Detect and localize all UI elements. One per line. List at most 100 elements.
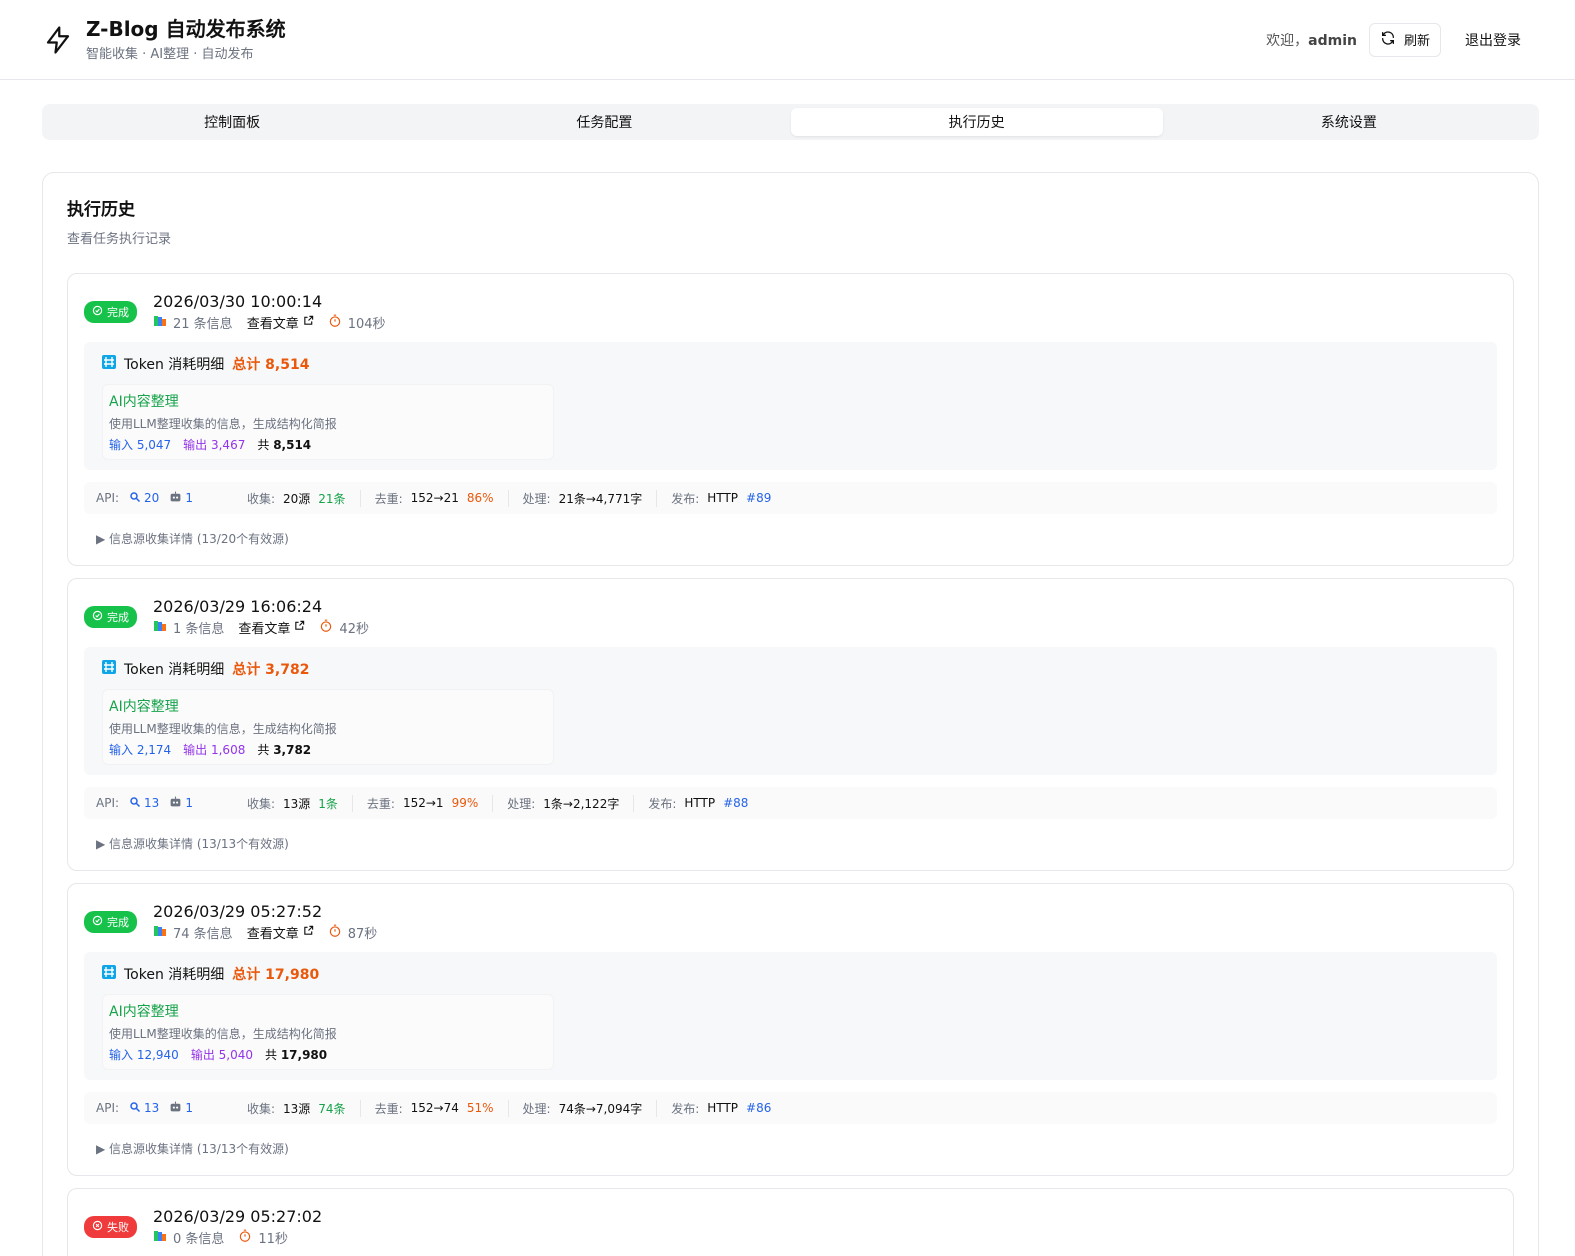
refresh-icon [1380,30,1396,50]
x-circle-icon [92,1220,103,1234]
magnifier-icon [129,1101,141,1116]
logout-button[interactable]: 退出登录 [1453,24,1533,56]
robot-icon [169,796,182,811]
record-time: 2026/03/29 05:27:02 [153,1207,323,1226]
status-badge: 完成 [84,301,137,323]
brand: Z-Blog 自动发布系统 智能收集 · AI整理 · 自动发布 [42,17,286,62]
status-badge: 失败 [84,1216,137,1238]
history-record: 完成 2026/03/29 16:06:24 1 条信息 查看文章 42秒 To… [67,578,1514,871]
stage-name: AI内容整理 [109,394,179,410]
username: admin [1308,32,1357,49]
history-record: 完成 2026/03/30 10:00:14 21 条信息 查看文章 104秒 … [67,273,1514,566]
info-count: 21 条信息 [153,313,233,332]
app-title: Z-Blog 自动发布系统 [86,17,286,41]
magnifier-icon [129,491,141,506]
collect-stats: 收集: 13源 74条 [247,1099,361,1117]
external-link-icon [303,315,314,330]
external-link-icon [294,620,305,635]
stage-card: AI内容整理 使用LLM整理收集的信息，生成结构化简报 输入 2,174 输出 … [102,689,554,765]
collect-stats: 收集: 20源 21条 [247,489,361,507]
stopwatch-icon [319,619,333,637]
tab-settings[interactable]: 系统设置 [1163,108,1535,136]
page-subtitle: 查看任务执行记录 [67,232,172,247]
history-list: 完成 2026/03/30 10:00:14 21 条信息 查看文章 104秒 … [67,273,1514,1256]
books-icon [153,619,167,637]
duration: 87秒 [328,923,377,942]
run-stats: API: 13 1 收集: 13源 74条 去重: 152→74 51% 处理:… [84,1092,1497,1124]
api-stats: API: 13 1 [96,796,193,811]
stage-card: AI内容整理 使用LLM整理收集的信息，生成结构化简报 输入 5,047 输出 … [102,384,554,460]
abacus-icon [102,660,116,678]
abacus-icon [102,965,116,983]
tokens-output: 输出 1,608 [183,743,246,757]
abacus-icon [102,355,116,373]
view-article-link[interactable]: 查看文章 [247,923,314,942]
token-total: 总计 8,514 [232,357,310,373]
api-stats: API: 20 1 [96,491,193,506]
stopwatch-icon [238,1229,252,1247]
token-breakdown: Token 消耗明细 总计 17,980 AI内容整理 使用LLM整理收集的信息… [84,952,1497,1080]
tokens-output: 输出 5,040 [190,1048,253,1062]
api-stats: API: 13 1 [96,1101,193,1116]
duration: 11秒 [238,1228,288,1247]
books-icon [153,924,167,942]
token-title: Token 消耗明细 [124,662,225,678]
app-header: Z-Blog 自动发布系统 智能收集 · AI整理 · 自动发布 欢迎，admi… [0,0,1575,80]
publish-id[interactable]: #88 [723,796,748,810]
token-total: 总计 17,980 [232,967,320,983]
run-stats: API: 13 1 收集: 13源 1条 去重: 152→1 99% 处理: 1… [84,787,1497,819]
robot-icon [169,491,182,506]
tab-task-config[interactable]: 任务配置 [418,108,790,136]
publish-stats: 发布: HTTP #88 [648,796,749,811]
tokens-input: 输入 12,940 [109,1048,179,1062]
source-details-toggle[interactable]: ▶ 信息源收集详情 (13/20个有效源) [84,530,1497,547]
source-details-toggle[interactable]: ▶ 信息源收集详情 (13/13个有效源) [84,835,1497,852]
info-count: 0 条信息 [153,1228,224,1247]
stage-card: AI内容整理 使用LLM整理收集的信息，生成结构化简报 输入 12,940 输出… [102,994,554,1070]
app-subtitle: 智能收集 · AI整理 · 自动发布 [86,47,254,62]
tokens-total: 共 3,782 [257,743,312,757]
dedup-stats: 去重: 152→74 51% [375,1099,509,1117]
check-circle-icon [92,915,103,929]
process-stats: 处理: 74条→7,094字 [523,1099,658,1117]
publish-id[interactable]: #86 [746,1101,771,1115]
stage-name: AI内容整理 [109,699,179,715]
tokens-input: 输入 2,174 [109,743,172,757]
refresh-button[interactable]: 刷新 [1368,22,1441,57]
stage-name: AI内容整理 [109,1004,179,1020]
tokens-output: 输出 3,467 [183,438,246,452]
tokens-total: 共 17,980 [264,1048,328,1062]
source-details-toggle[interactable]: ▶ 信息源收集详情 (13/13个有效源) [84,1140,1497,1157]
run-stats: API: 20 1 收集: 20源 21条 去重: 152→21 86% 处理:… [84,482,1497,514]
token-breakdown: Token 消耗明细 总计 3,782 AI内容整理 使用LLM整理收集的信息，… [84,647,1497,775]
view-article-link[interactable]: 查看文章 [238,618,305,637]
tokens-total: 共 8,514 [257,438,312,452]
history-panel: 执行历史 查看任务执行记录 完成 2026/03/30 10:00:14 21 … [42,172,1539,1256]
publish-stats: 发布: HTTP #89 [671,491,772,506]
lightning-icon [42,24,74,56]
tokens-input: 输入 5,047 [109,438,172,452]
status-badge: 完成 [84,606,137,628]
stopwatch-icon [328,314,342,332]
robot-icon [169,1101,182,1116]
record-time: 2026/03/29 16:06:24 [153,597,323,616]
info-count: 1 条信息 [153,618,224,637]
main-tabs: 控制面板 任务配置 执行历史 系统设置 [42,104,1539,140]
welcome-text: 欢迎，admin [1266,32,1357,49]
duration: 42秒 [319,618,369,637]
view-article-link[interactable]: 查看文章 [247,313,314,332]
tab-dashboard[interactable]: 控制面板 [46,108,418,136]
duration: 104秒 [328,313,386,332]
tab-history[interactable]: 执行历史 [790,108,1163,136]
stopwatch-icon [328,924,342,942]
dedup-stats: 去重: 152→21 86% [375,489,509,507]
dedup-stats: 去重: 152→1 99% [367,794,494,812]
history-record-failed: 失败 2026/03/29 05:27:02 0 条信息 11秒 [67,1188,1514,1256]
token-title: Token 消耗明细 [124,967,225,983]
record-time: 2026/03/29 05:27:52 [153,902,323,921]
external-link-icon [303,925,314,940]
page-title: 执行历史 [67,200,135,220]
process-stats: 处理: 21条→4,771字 [523,489,658,507]
books-icon [153,1229,167,1247]
publish-id[interactable]: #89 [746,491,771,505]
